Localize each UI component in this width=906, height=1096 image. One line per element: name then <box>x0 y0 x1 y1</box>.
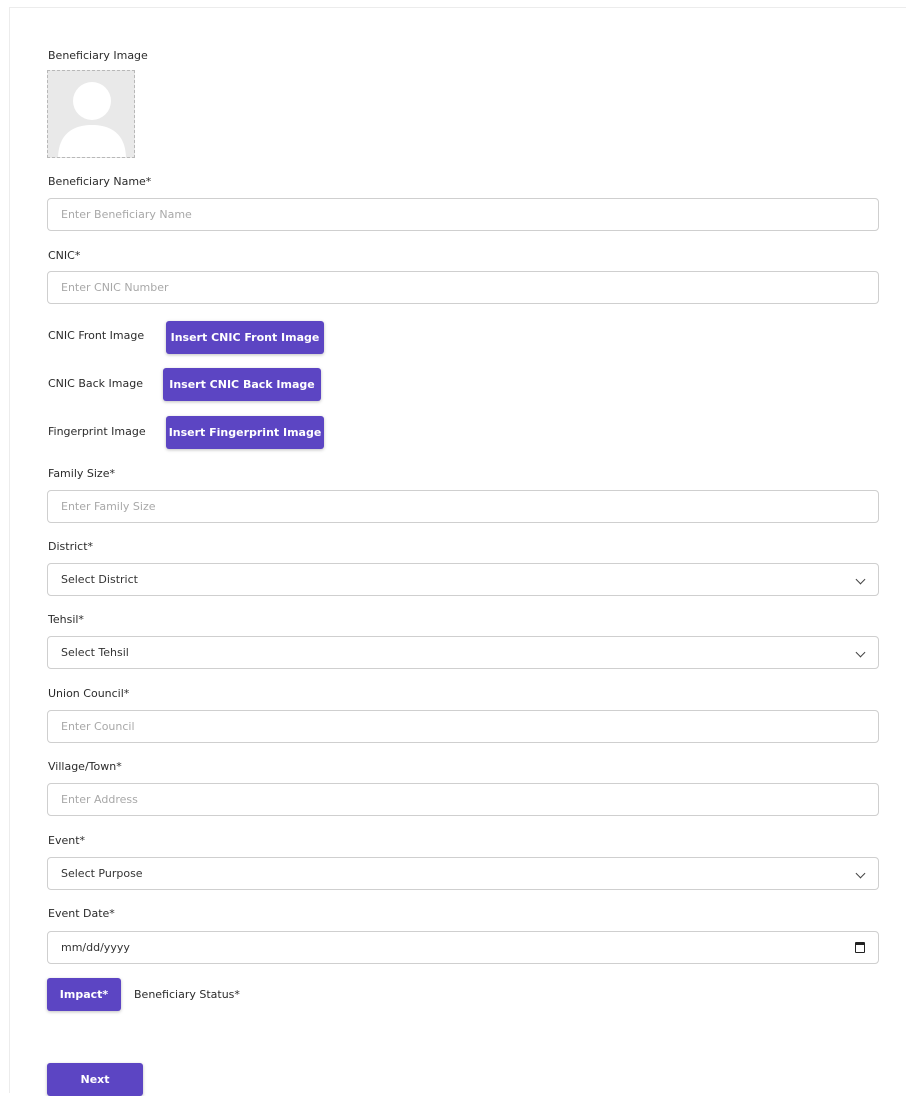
chevron-down-icon <box>855 647 866 658</box>
beneficiary-status-label: Beneficiary Status* <box>134 988 240 1001</box>
union-council-input[interactable]: Enter Council <box>47 710 879 743</box>
district-select[interactable]: Select District <box>47 563 879 596</box>
chevron-down-icon <box>855 868 866 879</box>
event-date-input[interactable]: mm/dd/yyyy <box>47 931 879 964</box>
chevron-down-icon <box>855 574 866 585</box>
insert-cnic-front-button[interactable]: Insert CNIC Front Image <box>166 321 324 354</box>
avatar-placeholder-icon <box>58 82 126 157</box>
beneficiary-name-label: Beneficiary Name* <box>48 175 152 188</box>
tehsil-label: Tehsil* <box>48 613 84 626</box>
calendar-icon[interactable] <box>855 942 865 953</box>
family-size-input[interactable]: Enter Family Size <box>47 490 879 523</box>
insert-fingerprint-button[interactable]: Insert Fingerprint Image <box>166 416 324 449</box>
union-council-label: Union Council* <box>48 687 130 700</box>
insert-cnic-back-button[interactable]: Insert CNIC Back Image <box>163 368 321 401</box>
event-date-label: Event Date* <box>48 907 115 920</box>
village-town-input[interactable]: Enter Address <box>47 783 879 816</box>
tehsil-select[interactable]: Select Tehsil <box>47 636 879 669</box>
cnic-label: CNIC* <box>48 249 81 262</box>
beneficiary-image-upload[interactable] <box>47 70 135 158</box>
cnic-back-label: CNIC Back Image <box>48 377 143 390</box>
next-button[interactable]: Next <box>47 1063 143 1096</box>
village-town-label: Village/Town* <box>48 760 122 773</box>
cnic-front-label: CNIC Front Image <box>48 329 145 342</box>
beneficiary-image-label: Beneficiary Image <box>48 49 148 62</box>
cnic-input[interactable]: Enter CNIC Number <box>47 271 879 304</box>
beneficiary-name-input[interactable]: Enter Beneficiary Name <box>47 198 879 231</box>
district-select-value: Select District <box>61 573 138 586</box>
event-date-placeholder: mm/dd/yyyy <box>61 941 130 954</box>
tehsil-select-value: Select Tehsil <box>61 646 129 659</box>
event-label: Event* <box>48 834 86 847</box>
impact-button[interactable]: Impact* <box>47 978 121 1011</box>
family-size-label: Family Size* <box>48 467 115 480</box>
fingerprint-label: Fingerprint Image <box>48 425 146 438</box>
district-label: District* <box>48 540 94 553</box>
event-select-value: Select Purpose <box>61 867 143 880</box>
event-select[interactable]: Select Purpose <box>47 857 879 890</box>
